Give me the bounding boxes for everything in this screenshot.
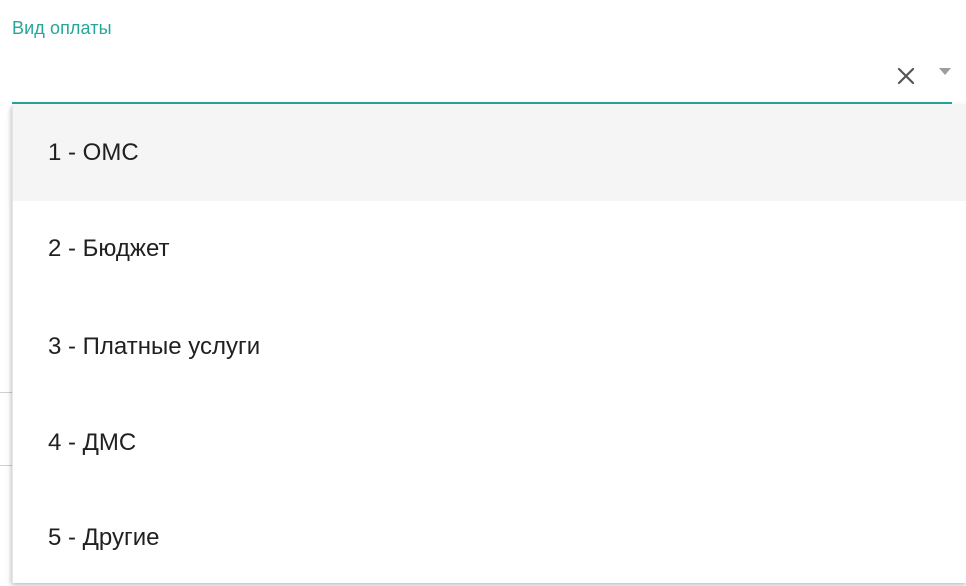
menu-item-oms[interactable]: 1 - ОМС — [13, 105, 966, 201]
dropdown-menu: 1 - ОМС 2 - Бюджет 3 - Платные услуги 4 … — [12, 105, 966, 583]
menu-item-budget[interactable]: 2 - Бюджет — [13, 201, 966, 297]
menu-item-dms[interactable]: 4 - ДМС — [13, 395, 966, 491]
payment-type-field: Вид оплаты — [12, 0, 966, 105]
background-divider — [0, 465, 12, 466]
menu-item-other[interactable]: 5 - Другие — [13, 490, 966, 586]
payment-type-select[interactable] — [12, 48, 952, 104]
close-icon[interactable] — [895, 65, 917, 87]
field-label: Вид оплаты — [12, 18, 112, 38]
caret-down-icon[interactable] — [938, 66, 952, 76]
menu-item-paid-services[interactable]: 3 - Платные услуги — [13, 299, 966, 395]
background-divider — [0, 392, 12, 393]
